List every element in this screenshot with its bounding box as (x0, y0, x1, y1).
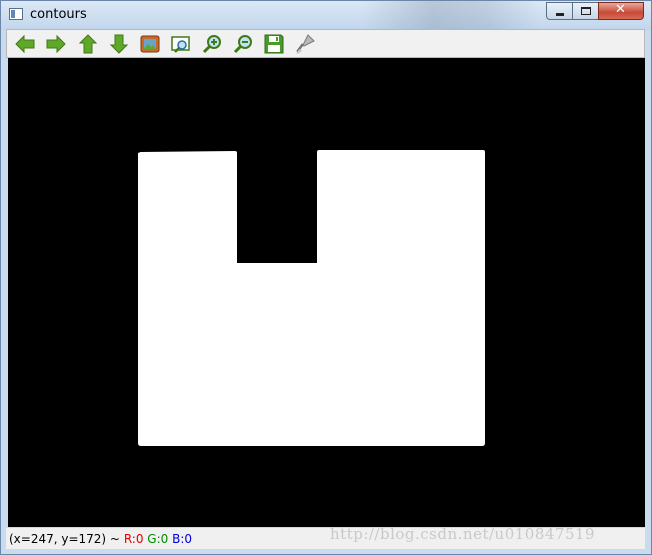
red-value: R:0 (123, 532, 144, 546)
status-readout: (x=247, y=172) ~ R:0 G:0 B:0 (9, 532, 192, 546)
window-app-icon[interactable] (9, 8, 23, 20)
zoom-out-icon (233, 35, 252, 54)
properties-icon (296, 34, 315, 54)
reset-zoom-icon (140, 35, 160, 53)
minimize-icon (556, 13, 564, 16)
reset-zoom-button[interactable] (139, 33, 161, 55)
zoom-rect-icon (171, 36, 190, 53)
watermark: http://blog.csdn.net/u010847519 (330, 525, 596, 543)
arrow-down-icon (109, 34, 129, 54)
arrow-right-icon (46, 34, 66, 54)
pan-left-button[interactable] (14, 33, 36, 55)
arrow-left-icon (15, 34, 35, 54)
toolbar (6, 29, 645, 58)
title-bar[interactable]: contours ✕ (1, 1, 651, 30)
pan-up-button[interactable] (77, 33, 99, 55)
contour-image (138, 150, 485, 446)
arrow-up-icon (78, 34, 98, 54)
save-icon (264, 34, 284, 54)
title-bar-background (361, 1, 541, 30)
zoom-rect-button[interactable] (170, 33, 192, 55)
zoom-in-button[interactable] (201, 33, 223, 55)
maximize-icon (581, 7, 591, 15)
close-icon: ✕ (615, 2, 626, 17)
cursor-coordinates: (x=247, y=172) ~ (9, 532, 120, 546)
pan-down-button[interactable] (108, 33, 130, 55)
properties-button[interactable] (294, 33, 316, 55)
pan-right-button[interactable] (45, 33, 67, 55)
save-button[interactable] (263, 33, 285, 55)
blue-value: B:0 (172, 532, 193, 546)
green-value: G:0 (147, 532, 169, 546)
minimize-button[interactable] (546, 2, 573, 20)
window-title: contours (30, 7, 87, 22)
image-canvas[interactable] (8, 58, 645, 527)
white-u-shape (138, 150, 485, 446)
close-button[interactable]: ✕ (598, 2, 644, 20)
maximize-button[interactable] (572, 2, 599, 20)
zoom-in-icon (202, 35, 221, 54)
zoom-out-button[interactable] (232, 33, 254, 55)
